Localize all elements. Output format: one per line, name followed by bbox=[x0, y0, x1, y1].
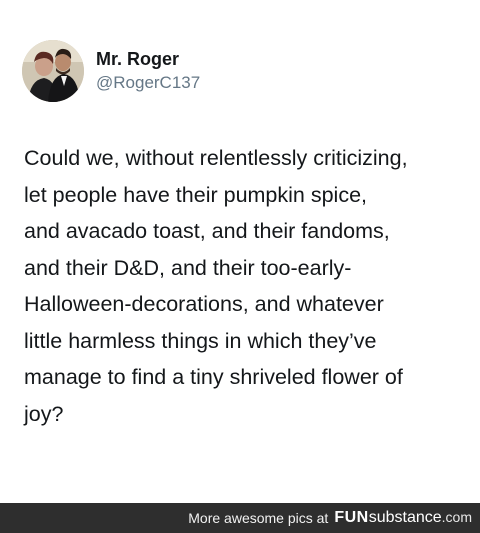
author-handle[interactable]: @RogerC137 bbox=[96, 72, 200, 94]
tweet-text-line: Could we, without relentlessly criticizi… bbox=[24, 146, 408, 170]
author-display-name[interactable]: Mr. Roger bbox=[96, 48, 200, 70]
avatar[interactable] bbox=[22, 40, 84, 102]
tweet-text-line: and avacado toast, and their fandoms, bbox=[24, 219, 390, 243]
author-names: Mr. Roger @RogerC137 bbox=[96, 48, 200, 94]
footer-promo-text: More awesome pics at bbox=[188, 510, 329, 526]
tweet-card: Mr. Roger @RogerC137 Could we, without r… bbox=[0, 0, 480, 503]
brand-fun: FUN bbox=[334, 509, 369, 526]
brand-substance: substance bbox=[368, 509, 442, 526]
watermark-footer: More awesome pics at FUN substance .com bbox=[0, 503, 480, 533]
tweet-text-line: manage to find a tiny shriveled flower o… bbox=[24, 365, 403, 389]
tweet-text-line: Halloween-decorations, and whatever bbox=[24, 292, 384, 316]
tweet-text-line: little harmless things in which they’ve bbox=[24, 328, 377, 353]
tweet-text: Could we, without relentlessly criticizi… bbox=[24, 140, 470, 432]
funsubstance-logo[interactable]: FUN substance .com bbox=[334, 509, 472, 527]
tweet-header: Mr. Roger @RogerC137 bbox=[22, 40, 200, 102]
profile-photo-icon bbox=[22, 40, 84, 102]
tweet-text-line: joy? bbox=[24, 401, 64, 426]
brand-domain: .com bbox=[441, 509, 472, 525]
tweet-text-line: let people have their pumpkin spice, bbox=[24, 182, 368, 207]
tweet-text-line: and their D&D, and their too-early- bbox=[24, 255, 352, 280]
